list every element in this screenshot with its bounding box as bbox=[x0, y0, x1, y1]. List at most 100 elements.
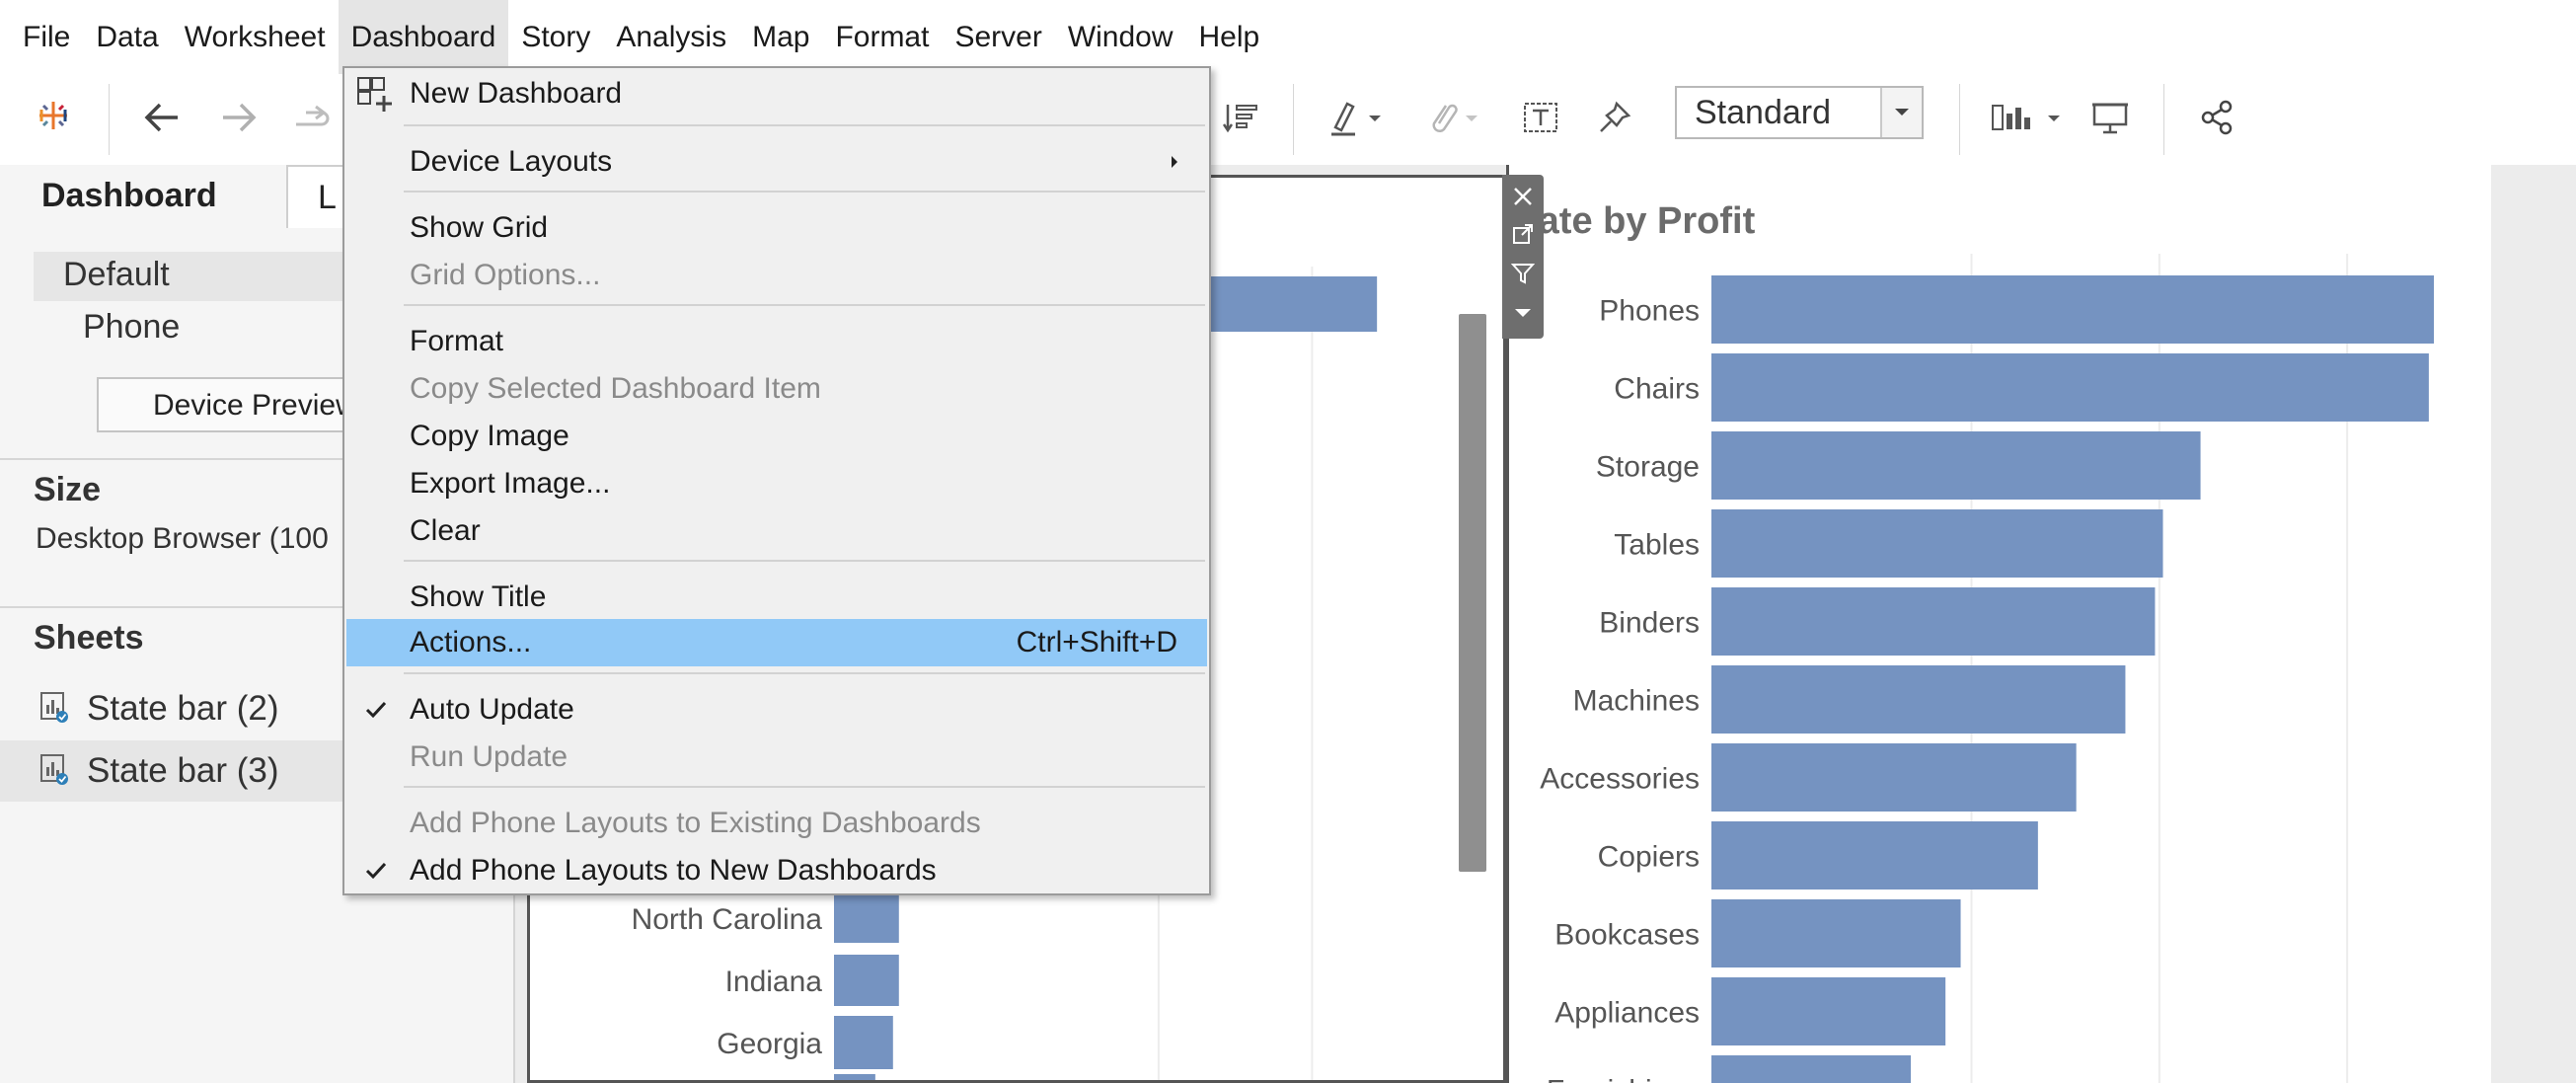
right-bar-chart: Phones Chairs Storage Tables Binders Machines… bbox=[1540, 254, 2434, 1083]
menu-item-auto-update[interactable]: Auto Update bbox=[346, 686, 1207, 734]
menu-item-label: Actions... bbox=[410, 626, 532, 658]
bar[interactable] bbox=[1711, 275, 2434, 344]
menu-item-export-image[interactable]: Export Image... bbox=[346, 460, 1207, 507]
highlight-icon[interactable] bbox=[1323, 94, 1392, 141]
menu-item-label: Show Title bbox=[410, 580, 547, 613]
sort-icon[interactable] bbox=[1216, 94, 1263, 141]
menu-separator bbox=[404, 124, 1205, 126]
fit-select-value: Standard bbox=[1695, 93, 1831, 131]
more-options-icon[interactable] bbox=[1502, 293, 1544, 333]
menu-map[interactable]: Map bbox=[739, 0, 822, 74]
back-arrow-icon[interactable] bbox=[138, 94, 186, 141]
menu-story[interactable]: Story bbox=[508, 0, 603, 74]
menu-item-shortcut: Ctrl+Shift+D bbox=[1016, 626, 1177, 658]
new-dashboard-icon bbox=[356, 76, 394, 118]
checkmark-icon bbox=[362, 696, 390, 729]
bar[interactable] bbox=[834, 1016, 893, 1069]
menu-item-device-layouts[interactable]: Device Layouts bbox=[346, 138, 1207, 186]
tab-dashboard[interactable]: Dashboard bbox=[0, 165, 286, 228]
menu-item-label: Run Update bbox=[410, 740, 568, 773]
fit-select[interactable]: Standard bbox=[1675, 86, 1924, 139]
bar[interactable] bbox=[834, 893, 899, 943]
menu-item-run-update: Run Update bbox=[346, 734, 1207, 781]
bar[interactable] bbox=[1711, 821, 2038, 890]
menu-bar: File Data Worksheet Dashboard Story Analysis M… bbox=[0, 0, 2576, 74]
forward-arrow-icon[interactable] bbox=[215, 94, 263, 141]
category-label: North Carolina bbox=[632, 903, 823, 936]
bar[interactable] bbox=[1711, 431, 2201, 500]
menu-data[interactable]: Data bbox=[83, 0, 171, 74]
pin-icon[interactable] bbox=[1591, 94, 1638, 141]
menu-item-label: Grid Options... bbox=[410, 259, 601, 291]
menu-item-add-phone-existing: Add Phone Layouts to Existing Dashboards bbox=[346, 800, 1207, 847]
menu-item-show-grid[interactable]: Show Grid bbox=[346, 204, 1207, 252]
menu-separator bbox=[404, 560, 1205, 562]
go-to-sheet-icon[interactable] bbox=[1502, 214, 1544, 254]
toolbar-separator bbox=[109, 84, 110, 155]
menu-server[interactable]: Server bbox=[942, 0, 1054, 74]
filter-icon[interactable] bbox=[1502, 254, 1544, 293]
menu-dashboard[interactable]: Dashboard bbox=[338, 0, 509, 74]
bar[interactable] bbox=[1711, 899, 1961, 967]
menu-item-copy-image[interactable]: Copy Image bbox=[346, 413, 1207, 460]
category-label: Indiana bbox=[725, 966, 823, 998]
menu-format[interactable]: Format bbox=[822, 0, 942, 74]
size-select[interactable]: Desktop Browser (100 bbox=[36, 522, 329, 556]
menu-item-label: Device Layouts bbox=[410, 145, 613, 178]
category-label: Tables bbox=[1614, 529, 1700, 562]
device-phone[interactable]: Phone bbox=[83, 308, 180, 347]
menu-item-label: Copy Selected Dashboard Item bbox=[410, 372, 821, 405]
bar[interactable] bbox=[1711, 353, 2429, 422]
menu-item-format[interactable]: Format bbox=[346, 318, 1207, 365]
redo-icon[interactable] bbox=[288, 94, 336, 141]
menu-item-label: Add Phone Layouts to New Dashboards bbox=[410, 854, 937, 887]
presentation-icon[interactable] bbox=[2086, 94, 2134, 141]
close-icon[interactable] bbox=[1502, 177, 1544, 216]
bar[interactable] bbox=[1711, 587, 2156, 656]
vertical-scrollbar[interactable] bbox=[1459, 314, 1486, 872]
chevron-down-icon[interactable] bbox=[1880, 88, 1922, 137]
menu-item-label: Clear bbox=[410, 514, 481, 547]
bar[interactable] bbox=[1711, 743, 2077, 812]
bar[interactable] bbox=[834, 1074, 875, 1080]
worksheet-icon bbox=[39, 691, 69, 728]
menu-worksheet[interactable]: Worksheet bbox=[172, 0, 339, 74]
bar[interactable] bbox=[1711, 509, 2163, 578]
menu-window[interactable]: Window bbox=[1055, 0, 1186, 74]
bar[interactable] bbox=[1711, 977, 1946, 1045]
share-icon[interactable] bbox=[2193, 94, 2240, 141]
tableau-logo-icon[interactable] bbox=[30, 92, 77, 139]
menu-item-clear[interactable]: Clear bbox=[346, 507, 1207, 555]
menu-separator bbox=[404, 672, 1205, 674]
menu-item-show-title[interactable]: Show Title bbox=[346, 574, 1207, 621]
menu-separator bbox=[404, 304, 1205, 306]
text-box-icon[interactable] bbox=[1517, 94, 1564, 141]
menu-item-label: Auto Update bbox=[410, 693, 574, 726]
menu-item-label: Format bbox=[410, 325, 504, 357]
menu-item-new-dashboard[interactable]: New Dashboard bbox=[346, 70, 1207, 117]
category-label: Chairs bbox=[1614, 373, 1700, 406]
bar[interactable] bbox=[1711, 665, 2126, 734]
category-label: Furnishings bbox=[1547, 1075, 1700, 1083]
menu-file[interactable]: File bbox=[10, 0, 83, 74]
category-label: Binders bbox=[1599, 607, 1700, 640]
attachment-icon[interactable] bbox=[1419, 94, 1488, 141]
menu-help[interactable]: Help bbox=[1186, 0, 1273, 74]
category-label: Appliances bbox=[1554, 997, 1700, 1030]
bar[interactable] bbox=[834, 955, 899, 1006]
menu-analysis[interactable]: Analysis bbox=[603, 0, 739, 74]
menu-item-add-phone-new[interactable]: Add Phone Layouts to New Dashboards bbox=[346, 847, 1207, 894]
sheets-heading: Sheets bbox=[34, 619, 144, 657]
category-label: Copiers bbox=[1598, 841, 1700, 874]
menu-item-label: Copy Image bbox=[410, 420, 569, 452]
checkmark-icon bbox=[362, 857, 390, 890]
menu-item-actions[interactable]: Actions... Ctrl+Shift+D bbox=[346, 619, 1207, 666]
sheet-item-label: State bar (3) bbox=[87, 751, 279, 790]
right-worksheet[interactable]: Phones Chairs Storage Tables Binders Machines… bbox=[1506, 165, 2491, 1083]
show-me-icon[interactable] bbox=[1984, 94, 2073, 141]
bar[interactable] bbox=[1711, 1055, 1912, 1083]
category-label: Machines bbox=[1573, 685, 1700, 718]
category-label: Bookcases bbox=[1554, 919, 1700, 952]
device-default[interactable]: Default bbox=[63, 256, 170, 294]
category-label: Storage bbox=[1596, 451, 1700, 484]
